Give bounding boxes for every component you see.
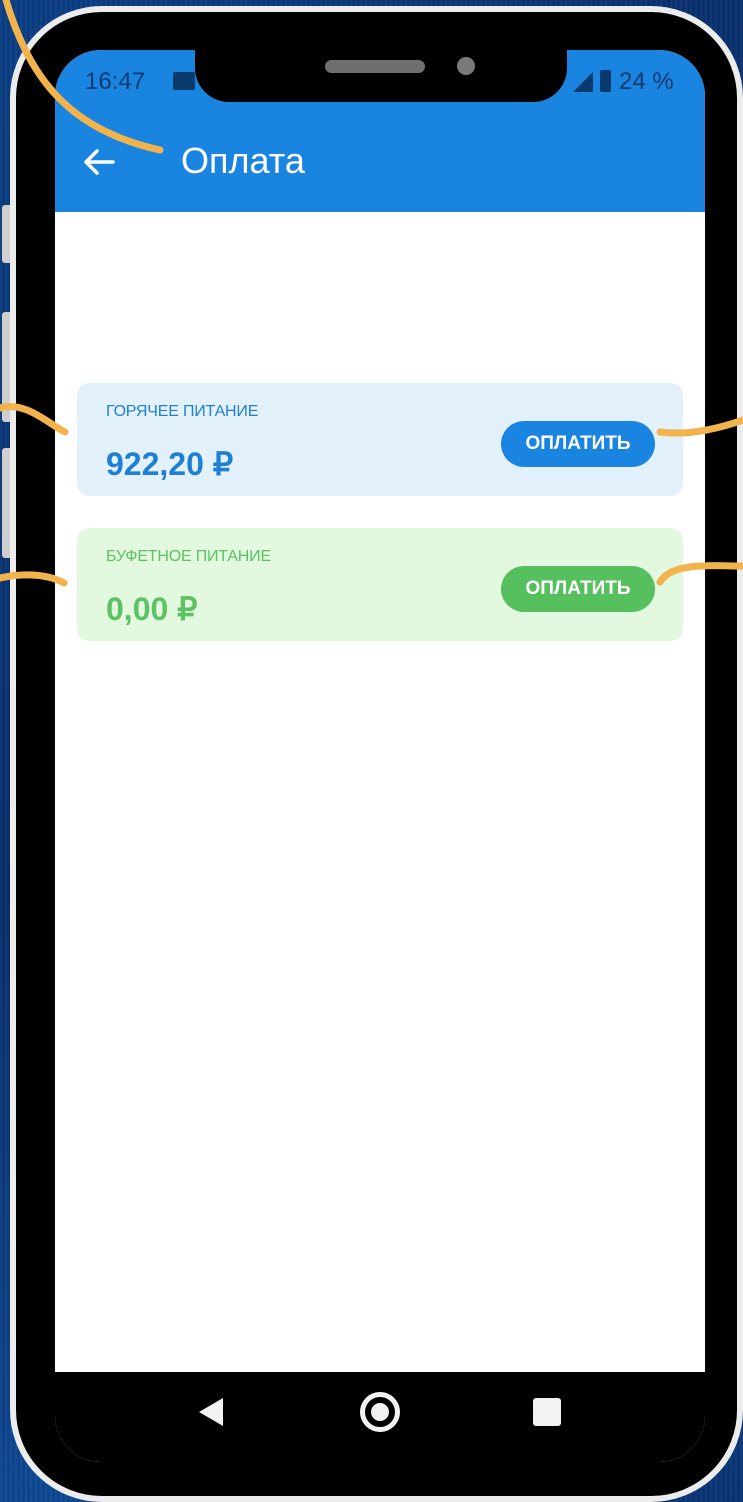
square-recent-icon[interactable] [533, 1398, 561, 1426]
signal-icon [573, 72, 593, 92]
image-notification-icon [173, 72, 195, 90]
hot-meal-amount: 922,20 ₽ [106, 446, 234, 482]
triangle-back-icon[interactable] [199, 1398, 223, 1426]
speaker-grille [325, 60, 425, 73]
battery-percent: 24 % [619, 68, 674, 95]
pay-hot-meal-button[interactable]: ОПЛАТИТЬ [501, 421, 655, 467]
hot-meal-label: ГОРЯЧЕЕ ПИТАНИЕ [106, 403, 259, 420]
buffet-meal-label: БУФЕТНОЕ ПИТАНИЕ [106, 548, 271, 565]
circle-home-icon[interactable] [360, 1392, 400, 1432]
phone-screen: 16:47 24 % Оплата ГОРЯЧЕЕ ПИТАНИЕ 922,20… [55, 50, 705, 1462]
buffet-meal-card: БУФЕТНОЕ ПИТАНИЕ 0,00 ₽ ОПЛАТИТЬ [77, 528, 683, 641]
page-title: Оплата [181, 140, 305, 181]
pay-buffet-meal-button[interactable]: ОПЛАТИТЬ [501, 566, 655, 612]
phone-notch [195, 44, 567, 102]
app-bar: Оплата [55, 112, 705, 212]
hot-meal-card: ГОРЯЧЕЕ ПИТАНИЕ 922,20 ₽ ОПЛАТИТЬ [77, 383, 683, 496]
system-nav-bar [55, 1372, 705, 1462]
buffet-meal-amount: 0,00 ₽ [106, 591, 198, 627]
arrow-left-icon[interactable] [79, 142, 119, 182]
status-time: 16:47 [85, 68, 146, 95]
camera-icon [457, 57, 475, 75]
battery-icon [600, 70, 611, 92]
